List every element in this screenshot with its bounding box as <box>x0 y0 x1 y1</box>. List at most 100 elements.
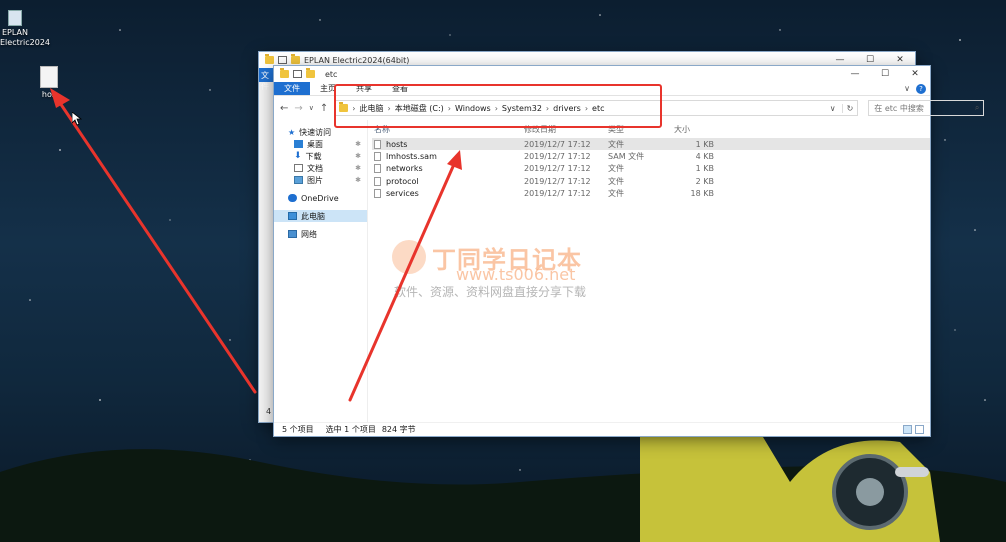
search-input[interactable]: 在 etc 中搜索 ⌕ <box>868 100 985 116</box>
nav-documents[interactable]: 文档 ✱ <box>274 162 367 174</box>
details-view-icon[interactable] <box>903 425 912 434</box>
column-name[interactable]: 名称 <box>372 124 524 135</box>
cloud-icon <box>288 194 297 202</box>
pin-icon: ✱ <box>355 176 361 184</box>
eplan-app-icon <box>8 10 22 26</box>
column-headers: 名称 修改日期 类型 大小 <box>372 120 930 138</box>
breadcrumb-separator[interactable]: › <box>546 104 549 113</box>
breadcrumb-separator[interactable]: › <box>448 104 451 113</box>
nav-documents-label: 文档 <box>307 163 323 173</box>
file-row-lmhosts[interactable]: lmhosts.sam 2019/12/7 17:12 SAM 文件 4 KB <box>372 150 930 162</box>
pin-icon: ✱ <box>355 164 361 172</box>
breadcrumb-separator: › <box>352 103 356 113</box>
file-icon <box>374 139 381 149</box>
folder-icon <box>339 102 349 112</box>
maximize-button[interactable]: ☐ <box>870 69 900 79</box>
close-button[interactable]: ✕ <box>885 55 915 65</box>
breadcrumb-separator[interactable]: › <box>495 104 498 113</box>
eplan-window-controls: — ☐ ✕ <box>825 55 915 65</box>
breadcrumb-c-drive[interactable]: 本地磁盘 (C:) <box>395 103 444 114</box>
file-list[interactable]: 名称 修改日期 类型 大小 hosts 2019/12/7 17:12 文件 1… <box>368 120 930 422</box>
folder-icon <box>265 54 274 64</box>
properties-icon <box>278 56 287 64</box>
address-dropdown-icon[interactable]: ∨ <box>830 104 842 113</box>
breadcrumb-this-pc[interactable]: 此电脑 <box>360 103 384 114</box>
view-buttons <box>903 425 930 434</box>
explorer-titlebar[interactable]: etc — ☐ ✕ <box>274 66 930 82</box>
ribbon-tabs: 文件 主页 共享 查看 ∨ ? <box>274 82 930 96</box>
file-date: 2019/12/7 17:12 <box>524 176 591 186</box>
back-button[interactable]: ← <box>280 103 288 114</box>
ribbon-expand-icon[interactable]: ∨ <box>904 84 910 93</box>
desktop-icon-eplan-line1: EPLAN <box>2 28 28 37</box>
status-item-count: 5 个项目 <box>282 425 314 434</box>
search-icon: ⌕ <box>974 103 980 112</box>
file-size: 1 KB <box>695 139 714 149</box>
file-date: 2019/12/7 17:12 <box>524 189 591 199</box>
pictures-icon <box>294 176 303 184</box>
maximize-button[interactable]: ☐ <box>855 55 885 65</box>
recent-locations-button[interactable]: ∨ <box>309 104 314 112</box>
desktop-icon <box>294 140 303 148</box>
file-row-services[interactable]: services 2019/12/7 17:12 文件 18 KB <box>372 188 930 200</box>
file-name: networks <box>386 164 423 174</box>
column-date[interactable]: 修改日期 <box>524 124 608 135</box>
breadcrumb-etc[interactable]: etc <box>592 104 604 113</box>
forward-button[interactable]: → <box>294 103 302 114</box>
file-type: SAM 文件 <box>608 152 645 162</box>
breadcrumb-separator[interactable]: › <box>585 104 588 113</box>
eplan-window-title: EPLAN Electric2024(64bit) <box>304 55 410 65</box>
network-icon <box>288 230 297 238</box>
nav-desktop-label: 桌面 <box>307 139 323 149</box>
explorer-body: ★ 快速访问 桌面 ✱ ⬇ 下载 ✱ 文档 ✱ 图片 ✱ OneDrive 此电… <box>274 120 930 422</box>
file-row-hosts[interactable]: hosts 2019/12/7 17:12 文件 1 KB <box>372 138 930 151</box>
mouse-cursor-icon <box>72 112 82 126</box>
nav-desktop[interactable]: 桌面 ✱ <box>274 138 367 150</box>
nav-quick-access[interactable]: ★ 快速访问 <box>274 126 367 138</box>
tab-share[interactable]: 共享 <box>346 82 382 95</box>
explorer-window[interactable]: etc — ☐ ✕ 文件 主页 共享 查看 ∨ ? ← → ∨ ↑ › 此电脑 … <box>274 66 985 436</box>
large-icons-view-icon[interactable] <box>915 425 924 434</box>
file-icon <box>40 66 58 88</box>
nav-this-pc[interactable]: 此电脑 <box>274 210 367 222</box>
refresh-button[interactable]: ↻ <box>841 103 858 113</box>
minimize-button[interactable]: — <box>840 69 870 79</box>
computer-icon <box>288 212 297 220</box>
breadcrumb-drivers[interactable]: drivers <box>553 104 581 113</box>
help-button[interactable]: ? <box>916 83 926 94</box>
file-size: 2 KB <box>695 176 714 186</box>
desktop-icon-eplan[interactable]: EPLAN Electric2024 <box>0 10 50 48</box>
file-row-networks[interactable]: networks 2019/12/7 17:12 文件 1 KB <box>372 163 930 175</box>
close-button[interactable]: ✕ <box>900 69 930 79</box>
column-type[interactable]: 类型 <box>608 124 662 135</box>
column-size[interactable]: 大小 <box>662 124 718 135</box>
file-type: 文件 <box>608 139 624 149</box>
new-folder-icon <box>306 68 315 78</box>
file-row-protocol[interactable]: protocol 2019/12/7 17:12 文件 2 KB <box>372 175 930 187</box>
file-size: 1 KB <box>695 164 714 174</box>
breadcrumb-system32[interactable]: System32 <box>502 104 542 113</box>
breadcrumb-windows[interactable]: Windows <box>455 104 491 113</box>
tab-home[interactable]: 主页 <box>310 82 346 95</box>
nav-network-label: 网络 <box>301 229 317 239</box>
up-button[interactable]: ↑ <box>320 103 328 114</box>
eplan-left-edge-digit: 4 <box>266 407 272 416</box>
file-date: 2019/12/7 17:12 <box>524 164 591 174</box>
breadcrumb-separator[interactable]: › <box>388 104 391 113</box>
file-name: lmhosts.sam <box>386 152 437 162</box>
nav-downloads[interactable]: ⬇ 下载 ✱ <box>274 150 367 162</box>
nav-pictures[interactable]: 图片 ✱ <box>274 174 367 186</box>
minimize-button[interactable]: — <box>825 55 855 65</box>
file-date: 2019/12/7 17:12 <box>524 152 591 162</box>
tab-file[interactable]: 文件 <box>274 82 310 95</box>
nav-network[interactable]: 网络 <box>274 228 367 240</box>
nav-onedrive[interactable]: OneDrive <box>274 192 367 204</box>
status-selected: 选中 1 个项目 <box>325 425 376 434</box>
tab-view[interactable]: 查看 <box>382 82 418 95</box>
arrow-to-hosts-icon <box>56 98 257 394</box>
desktop-icon-hosts[interactable]: hos <box>36 66 62 100</box>
file-icon <box>374 189 381 199</box>
address-bar[interactable]: › 此电脑 › 本地磁盘 (C:) › Windows › System32 ›… <box>334 100 859 116</box>
navigation-pane[interactable]: ★ 快速访问 桌面 ✱ ⬇ 下载 ✱ 文档 ✱ 图片 ✱ OneDrive 此电… <box>274 120 368 422</box>
new-folder-icon <box>291 54 300 64</box>
